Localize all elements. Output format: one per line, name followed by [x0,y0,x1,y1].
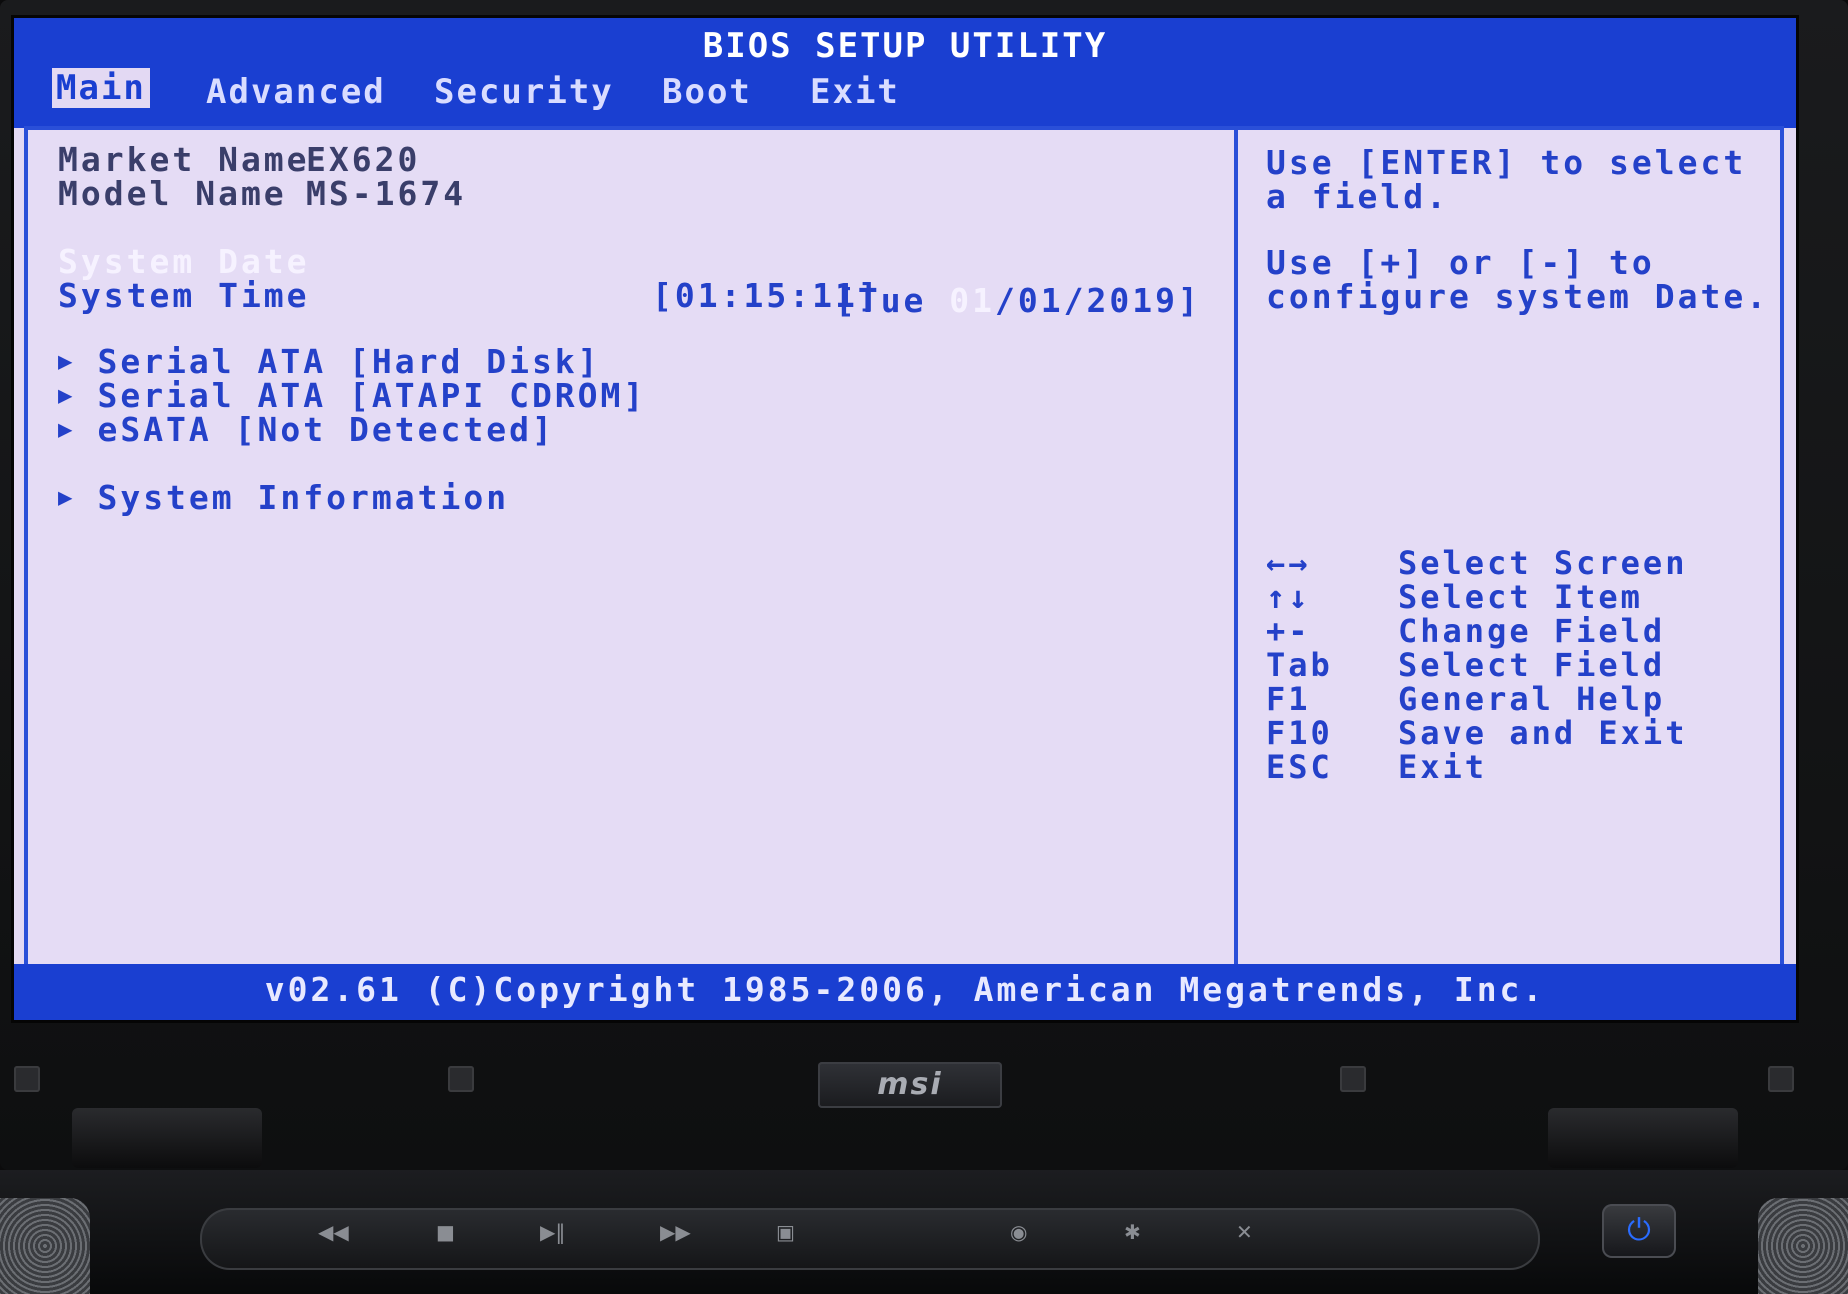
triangle-right-icon: ▶ [58,483,76,511]
model-name-label: Model Name [58,174,287,213]
media-touch-strip [200,1208,1540,1270]
hinge-left [72,1108,262,1168]
stop-icon[interactable]: ■ [436,1220,455,1244]
tab-security[interactable]: Security [434,72,614,112]
submenu-esata[interactable]: ▶ eSATA [Not Detected] [58,410,555,449]
bezel-screw [1768,1066,1794,1092]
system-date-rest: /01/2019] [995,281,1201,320]
msi-logo: msi [818,1062,1002,1108]
title-bar: BIOS SETUP UTILITY Main Advanced Securit… [14,18,1796,128]
copyright-text: v02.61 (C)Copyright 1985-2006, American … [264,970,1546,1009]
plus-minus-icon: +- [1266,612,1311,650]
fast-forward-icon[interactable]: ▶▶ [660,1220,691,1244]
tab-advanced[interactable]: Advanced [206,72,386,112]
app-title: BIOS SETUP UTILITY [702,26,1108,66]
key-legend-row: ←→ Select Screen [1266,544,1688,582]
system-date-month[interactable]: 01 [949,281,995,320]
tab-main[interactable]: Main [52,68,150,108]
submenu-system-information[interactable]: ▶ System Information [58,478,509,517]
model-name-value: MS-1674 [306,174,467,213]
system-time-label[interactable]: System Time [58,276,310,315]
settings-panel: Market Name EX620 Model Name MS-1674 Sys… [28,130,1238,972]
key-legend-row: +- Change Field [1266,612,1666,650]
bezel-screw [14,1066,40,1092]
rewind-icon[interactable]: ◀◀ [318,1220,349,1244]
key-legend-row: ↑↓ Select Item [1266,578,1643,616]
menu-bar: Main Advanced Security Boot Exit [14,64,1796,120]
bezel-screw [1340,1066,1366,1092]
triangle-right-icon: ▶ [58,415,76,443]
up-down-arrow-icon: ↑↓ [1266,578,1311,616]
help-panel: Use [ENTER] to select a field. Use [+] o… [1238,130,1780,972]
tab-exit[interactable]: Exit [810,72,900,112]
help-line-4: configure system Date. [1266,277,1770,316]
wireless-icon[interactable]: ✕ [1236,1220,1253,1244]
tab-boot[interactable]: Boot [662,72,752,112]
key-legend-row: ESC Exit [1266,748,1488,786]
triangle-right-icon: ▶ [58,347,76,375]
key-legend-row: F1 General Help [1266,680,1666,718]
triangle-right-icon: ▶ [58,381,76,409]
bluetooth-icon[interactable]: ✱ [1124,1220,1141,1244]
play-pause-icon[interactable]: ▶‖ [540,1220,565,1244]
power-icon: ⏻ [1627,1213,1651,1248]
help-line-3: Use [+] or [-] to [1266,243,1655,282]
key-legend-row: Tab Select Field [1266,646,1666,684]
speaker-grille-right [1758,1198,1848,1294]
power-button[interactable]: ⏻ [1602,1204,1676,1258]
speaker-grille-left [0,1198,90,1294]
content-frame: Market Name EX620 Model Name MS-1674 Sys… [24,126,1784,976]
key-legend-row: F10 Save and Exit [1266,714,1688,752]
system-time-value[interactable]: [01:15:11] [652,276,881,315]
footer-bar: v02.61 (C)Copyright 1985-2006, American … [14,964,1796,1020]
webcam-icon[interactable]: ◉ [1010,1220,1027,1244]
bios-screen: BIOS SETUP UTILITY Main Advanced Securit… [14,18,1796,1020]
hinge-right [1548,1108,1738,1168]
bezel-screw [448,1066,474,1092]
help-line-2: a field. [1266,177,1449,216]
display-icon[interactable]: ▣ [776,1220,795,1244]
help-line-1: Use [ENTER] to select [1266,143,1747,182]
left-right-arrow-icon: ←→ [1266,544,1311,582]
